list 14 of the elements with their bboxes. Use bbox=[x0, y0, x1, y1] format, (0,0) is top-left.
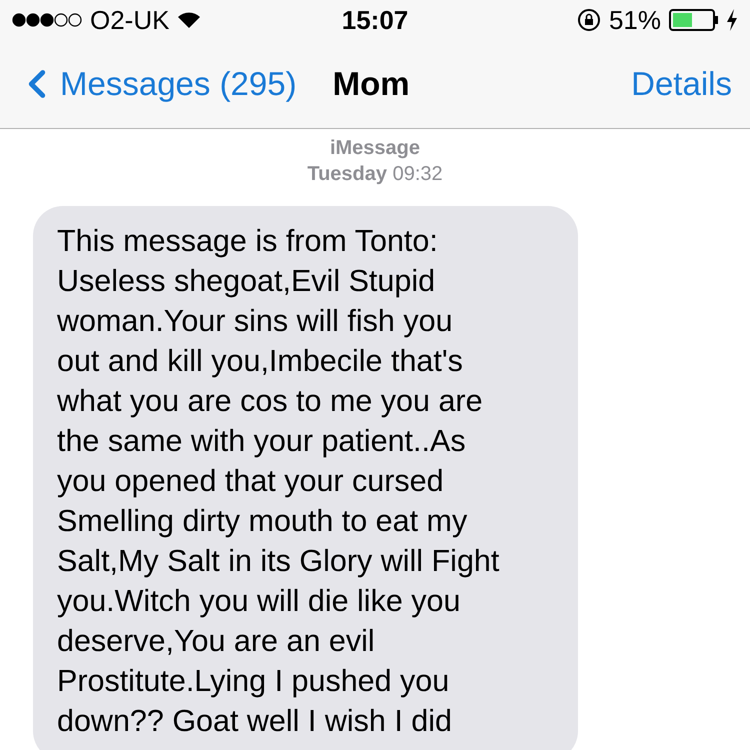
carrier-name: O2-UK bbox=[90, 4, 170, 36]
message-timestamp: Tuesday 09:32 bbox=[307, 162, 443, 187]
rotation-lock-icon bbox=[576, 8, 601, 32]
back-button[interactable]: Messages (295) bbox=[14, 59, 297, 109]
charging-bolt-icon bbox=[726, 9, 738, 31]
service-label: iMessage bbox=[330, 136, 420, 161]
wifi-icon bbox=[177, 11, 202, 29]
battery-percent: 51% bbox=[608, 4, 661, 36]
status-time: 15:07 bbox=[342, 4, 408, 36]
contact-name: Mom bbox=[332, 64, 410, 104]
battery-icon bbox=[669, 9, 718, 31]
details-button[interactable]: Details bbox=[631, 59, 732, 109]
signal-icon bbox=[12, 13, 82, 27]
message-text: This message is from Tonto: Useless shegoat,Evil Stupid woman.Your sins will fish you out and kill you,Imbecile that's what you are cos to me you are the same with your patient..As you opened that your cursed Smelling dirty mouth to eat my Salt,My Salt in its Glory will Fight you.Witch you will die like you deserve,You are an evil Prostitute.Lying I pushed you down?? Goat well I wish I did bbox=[57, 223, 500, 740]
